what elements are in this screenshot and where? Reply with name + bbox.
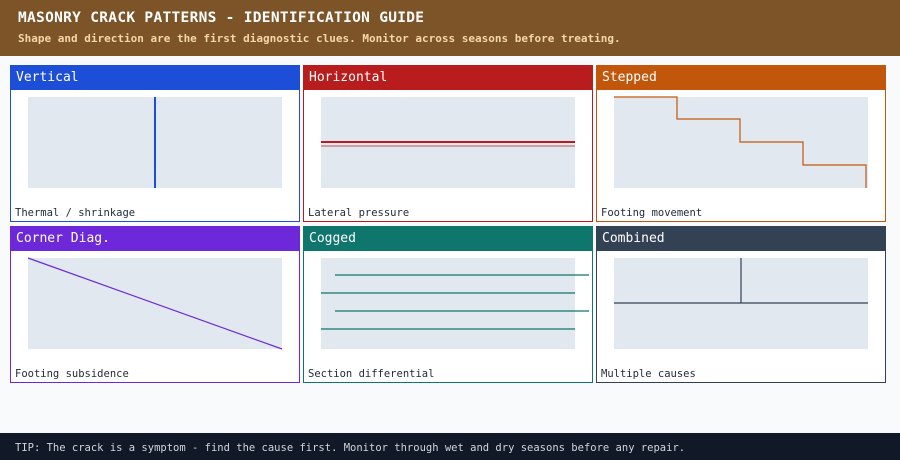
crack-diagram (321, 258, 589, 349)
card-cause: Section differential (308, 368, 435, 380)
card-cause: Footing movement (601, 207, 703, 219)
crack-diagram (321, 97, 575, 188)
crack-card-vertical: Vertical Thermal / shrinkage (10, 65, 300, 222)
card-caption: Stepped (597, 66, 885, 90)
card-caption: Cogged (304, 227, 592, 251)
card-cause: Footing subsidence (15, 368, 129, 380)
crack-line-combined (614, 258, 868, 304)
card-caption: Combined (597, 227, 885, 251)
card-cause: Lateral pressure (308, 207, 410, 219)
crack-card-combined: Combined Multiple causes (596, 226, 886, 383)
crack-line-cogged (321, 274, 589, 330)
crack-line-stepped (614, 96, 867, 188)
page-subtitle: Shape and direction are the first diagno… (18, 32, 621, 45)
card-caption: Corner Diag. (11, 227, 299, 251)
crack-line-horizontal (321, 141, 575, 147)
crack-diagram (28, 97, 282, 188)
crack-diagram (614, 258, 868, 349)
crack-card-diagonal: Corner Diag. Footing subsidence (10, 226, 300, 383)
crack-card-stepped: Stepped Footing movement (596, 65, 886, 222)
crack-card-horizontal: Horizontal Lateral pressure (303, 65, 593, 222)
crack-line-vertical (154, 97, 156, 188)
card-caption: Horizontal (304, 66, 592, 90)
card-cause: Multiple causes (601, 368, 696, 380)
card-cause: Thermal / shrinkage (15, 207, 136, 219)
page-title: MASONRY CRACK PATTERNS - IDENTIFICATION … (18, 10, 425, 26)
tip-footer: TIP: The crack is a symptom - find the c… (0, 433, 900, 460)
crack-diagram (27, 257, 283, 350)
crack-card-cogged: Cogged Section differential (303, 226, 593, 383)
card-caption: Vertical (11, 66, 299, 90)
crack-line-diagonal (27, 257, 283, 350)
guide-header: MASONRY CRACK PATTERNS - IDENTIFICATION … (0, 0, 900, 56)
crack-diagram (614, 96, 868, 188)
